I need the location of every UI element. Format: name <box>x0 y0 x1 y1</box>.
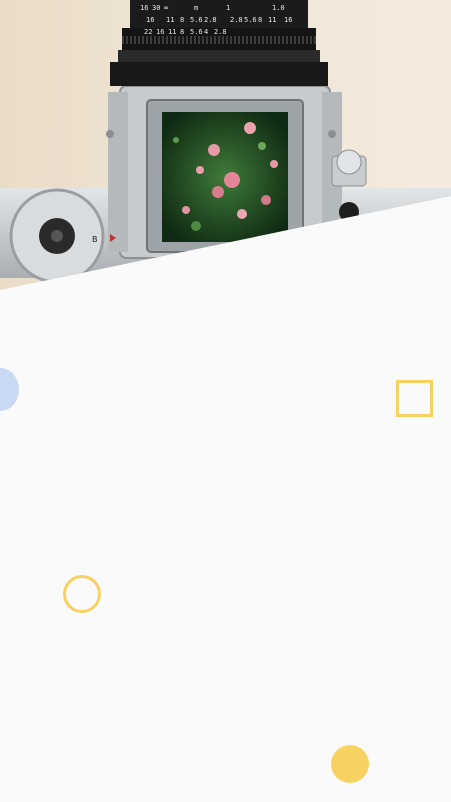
decorative-outline-square <box>396 380 433 417</box>
lens-scale-top-2: ∞ <box>164 4 168 12</box>
lens-scale-top-0: 16 <box>140 4 148 12</box>
onboarding-screen: 16 30 ∞ m 1 1.0 16 11 8 5.6 2.8 2.8 5.6 … <box>0 0 451 802</box>
lens-scale-mid-3: 5.6 <box>190 16 203 24</box>
decorative-filled-circle <box>331 745 369 783</box>
lens-scale-mid-8: 11 <box>268 16 276 24</box>
lens-scale-bottom-4: 5.6 <box>190 28 203 36</box>
lens-scale-bottom-6: 2.8 <box>214 28 227 36</box>
lens-scale-bottom-1: 16 <box>156 28 164 36</box>
lens-scale-top-3: m <box>194 4 198 12</box>
lens-scale-mid-0: 16 <box>146 16 154 24</box>
lens-scale-top-1: 30 <box>152 4 160 12</box>
decorative-outline-circle <box>63 575 101 613</box>
lens-scale-mid-4: 2.8 <box>204 16 217 24</box>
lens-scale-bottom-0: 22 <box>144 28 152 36</box>
lens-scale-mid-2: 8 <box>180 16 184 24</box>
lens-scale-mid-7: 8 <box>258 16 262 24</box>
lens-scale-top-5: 1.0 <box>272 4 285 12</box>
lens-scale-bottom-2: 11 <box>168 28 176 36</box>
lens-scale-bottom-5: 4 <box>204 28 208 36</box>
dial-label: B <box>92 235 98 244</box>
camera-hero-image: 16 30 ∞ m 1 1.0 16 11 8 5.6 2.8 2.8 5.6 … <box>0 0 451 290</box>
lens-scale-top-4: 1 <box>226 4 230 12</box>
lens-scale-mid-9: 16 <box>284 16 292 24</box>
lens-scale-mid-1: 11 <box>166 16 174 24</box>
lens-scale-mid-6: 5.6 <box>244 16 257 24</box>
lens: 16 30 ∞ m 1 1.0 16 11 8 5.6 2.8 2.8 5.6 … <box>110 0 328 86</box>
lens-scale-bottom-3: 8 <box>180 28 184 36</box>
lens-scale-mid-5: 2.8 <box>230 16 243 24</box>
